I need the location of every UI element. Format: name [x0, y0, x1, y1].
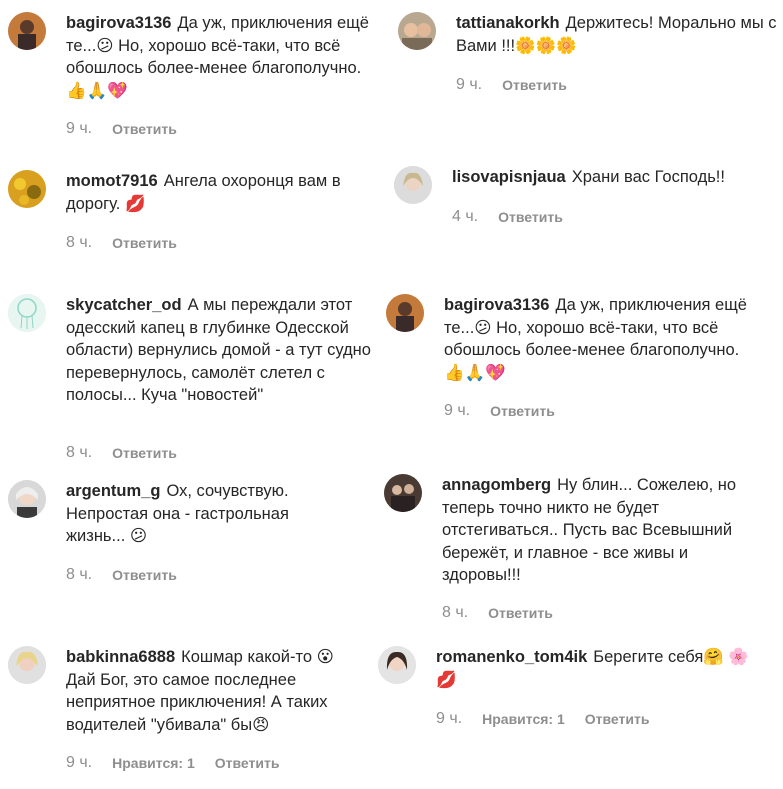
comment-text: lisovapisnjaua Храни вас Господь!!	[452, 166, 782, 189]
username-link[interactable]: skycatcher_od	[66, 296, 182, 314]
timestamp[interactable]: 9 ч.	[66, 120, 92, 138]
username-link[interactable]: argentum_g	[66, 482, 160, 500]
reply-button[interactable]: Ответить	[488, 605, 553, 621]
username-link[interactable]: tattianakorkh	[456, 14, 560, 32]
username-link[interactable]: bagirova3136	[444, 296, 549, 314]
comment-text: momot7916 Ангела охоронця вам в дорогу. 💋	[66, 170, 371, 215]
avatar[interactable]	[8, 12, 46, 50]
comment-meta: 9 ч. Ответить	[456, 76, 567, 94]
reply-button[interactable]: Ответить	[490, 403, 555, 419]
comment-meta: 8 ч. Ответить	[66, 444, 177, 462]
username-link[interactable]: romanenko_tom4ik	[436, 648, 587, 666]
username-link[interactable]: bagirova3136	[66, 14, 171, 32]
reply-button[interactable]: Ответить	[112, 567, 177, 583]
comment-text: romanenko_tom4ik Берегите себя🤗 🌸💋	[436, 646, 766, 691]
reply-button[interactable]: Ответить	[112, 235, 177, 251]
avatar[interactable]	[386, 294, 424, 332]
username-link[interactable]: lisovapisnjaua	[452, 168, 566, 186]
timestamp[interactable]: 9 ч.	[444, 402, 470, 420]
comment-content: Храни вас Господь!!	[571, 168, 725, 186]
reply-button[interactable]: Ответить	[215, 755, 280, 771]
comment-meta: 8 ч. Ответить	[442, 604, 553, 622]
timestamp[interactable]: 9 ч.	[66, 754, 92, 772]
timestamp[interactable]: 4 ч.	[452, 208, 478, 226]
username-link[interactable]: momot7916	[66, 172, 158, 190]
comment-text: babkinna6888 Кошмар какой-то 😮 Дай Бог, э…	[66, 646, 341, 736]
avatar[interactable]	[378, 646, 416, 684]
likes-count[interactable]: Нравится: 1	[112, 755, 195, 771]
comment-meta: 8 ч. Ответить	[66, 234, 177, 252]
comment-text: bagirova3136 Да уж, приключения ещё те...…	[444, 294, 749, 384]
comment-text: bagirova3136 Да уж, приключения ещё те...…	[66, 12, 371, 102]
timestamp[interactable]: 9 ч.	[436, 710, 462, 728]
avatar[interactable]	[394, 166, 432, 204]
avatar[interactable]	[8, 170, 46, 208]
timestamp[interactable]: 8 ч.	[442, 604, 468, 622]
avatar[interactable]	[8, 480, 46, 518]
reply-button[interactable]: Ответить	[585, 711, 650, 727]
comment-text: annagomberg Ну блин... Сожелею, но теперь…	[442, 474, 747, 587]
comment-meta: 9 ч. Нравится: 1 Ответить	[66, 754, 279, 772]
timestamp[interactable]: 9 ч.	[456, 76, 482, 94]
avatar[interactable]	[8, 646, 46, 684]
timestamp[interactable]: 8 ч.	[66, 566, 92, 584]
avatar[interactable]	[398, 12, 436, 50]
comment-text: tattianakorkh Держитесь! Морально мы с Ва…	[456, 12, 783, 57]
reply-button[interactable]: Ответить	[112, 445, 177, 461]
comment-text: argentum_g Ох, сочувствую. Непростая она …	[66, 480, 326, 548]
comment-meta: 9 ч. Нравится: 1 Ответить	[436, 710, 649, 728]
comment-meta: 4 ч. Ответить	[452, 208, 563, 226]
username-link[interactable]: babkinna6888	[66, 648, 175, 666]
avatar[interactable]	[8, 294, 46, 332]
reply-button[interactable]: Ответить	[498, 209, 563, 225]
comment-meta: 8 ч. Ответить	[66, 566, 177, 584]
avatar[interactable]	[384, 474, 422, 512]
username-link[interactable]: annagomberg	[442, 476, 551, 494]
reply-button[interactable]: Ответить	[112, 121, 177, 137]
timestamp[interactable]: 8 ч.	[66, 234, 92, 252]
reply-button[interactable]: Ответить	[502, 77, 567, 93]
timestamp[interactable]: 8 ч.	[66, 444, 92, 462]
comment-text: skycatcher_od А мы переждали этот одесски…	[66, 294, 371, 407]
comment-meta: 9 ч. Ответить	[66, 120, 177, 138]
likes-count[interactable]: Нравится: 1	[482, 711, 565, 727]
comment-meta: 9 ч. Ответить	[444, 402, 555, 420]
